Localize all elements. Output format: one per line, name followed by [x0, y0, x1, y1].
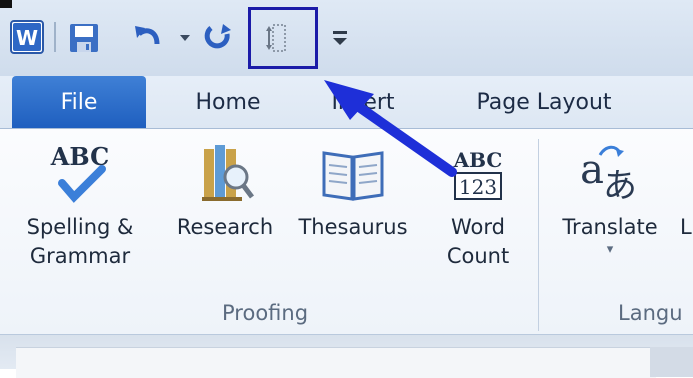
word-glyph: W	[16, 26, 38, 50]
language-button-label: L	[680, 215, 692, 239]
translate-kana-glyph: あ	[603, 166, 637, 206]
document-area	[0, 335, 693, 378]
group-label-proofing: Proofing	[222, 301, 309, 325]
word-count-label-2: Count	[446, 244, 510, 268]
customize-qat-icon[interactable]	[329, 22, 351, 52]
word-count-icon: ABC 123	[443, 135, 513, 213]
translate-icon: a あ	[570, 135, 650, 213]
tab-file[interactable]: File	[12, 76, 146, 128]
qat-separator	[54, 22, 56, 52]
spelling-grammar-label-2: Grammar	[29, 244, 131, 268]
undo-icon[interactable]	[133, 20, 163, 52]
save-icon[interactable]	[68, 22, 100, 54]
undo-dropdown-icon[interactable]	[178, 24, 192, 50]
translate-button[interactable]: a あ Translate ▾	[554, 135, 666, 295]
tab-insert[interactable]: Insert	[318, 76, 408, 128]
thesaurus-button[interactable]: Thesaurus	[286, 135, 420, 295]
thesaurus-label: Thesaurus	[298, 215, 408, 239]
word-count-label-1: Word	[451, 215, 505, 239]
word-window: W File Home Insert Page Layout ABC Spell…	[0, 0, 693, 378]
group-separator	[538, 139, 539, 331]
group-label-language: Langu	[618, 301, 683, 325]
highlight-box	[248, 7, 318, 69]
corner-mark	[0, 0, 12, 8]
spelling-grammar-label-1: Spelling &	[26, 215, 134, 239]
language-button-partial[interactable]: L	[680, 135, 693, 295]
tab-page-layout[interactable]: Page Layout	[464, 76, 624, 128]
redo-icon[interactable]	[203, 20, 233, 52]
quick-access-toolbar: W	[0, 0, 693, 76]
document-page[interactable]	[16, 347, 656, 378]
research-label: Research	[176, 215, 274, 239]
research-button[interactable]: Research	[167, 135, 283, 295]
spelling-grammar-button[interactable]: ABC Spelling & Grammar	[0, 135, 160, 295]
translate-dropdown-icon[interactable]: ▾	[607, 242, 614, 258]
research-icon	[190, 135, 260, 213]
word-count-abc-glyph: ABC	[453, 148, 503, 172]
ribbon-review: ABC Spelling & Grammar Research Thesauru…	[0, 129, 693, 335]
word-count-num-glyph: 123	[459, 175, 497, 199]
thesaurus-icon	[316, 135, 390, 213]
document-shade	[650, 347, 693, 377]
word-count-button[interactable]: ABC 123 Word Count	[432, 135, 524, 295]
spelling-grammar-icon: ABC	[40, 135, 120, 213]
translate-label: Translate	[562, 215, 658, 239]
word-app-icon[interactable]: W	[10, 20, 44, 54]
tab-home[interactable]: Home	[178, 76, 278, 128]
ribbon-tabs: File Home Insert Page Layout	[0, 76, 693, 129]
